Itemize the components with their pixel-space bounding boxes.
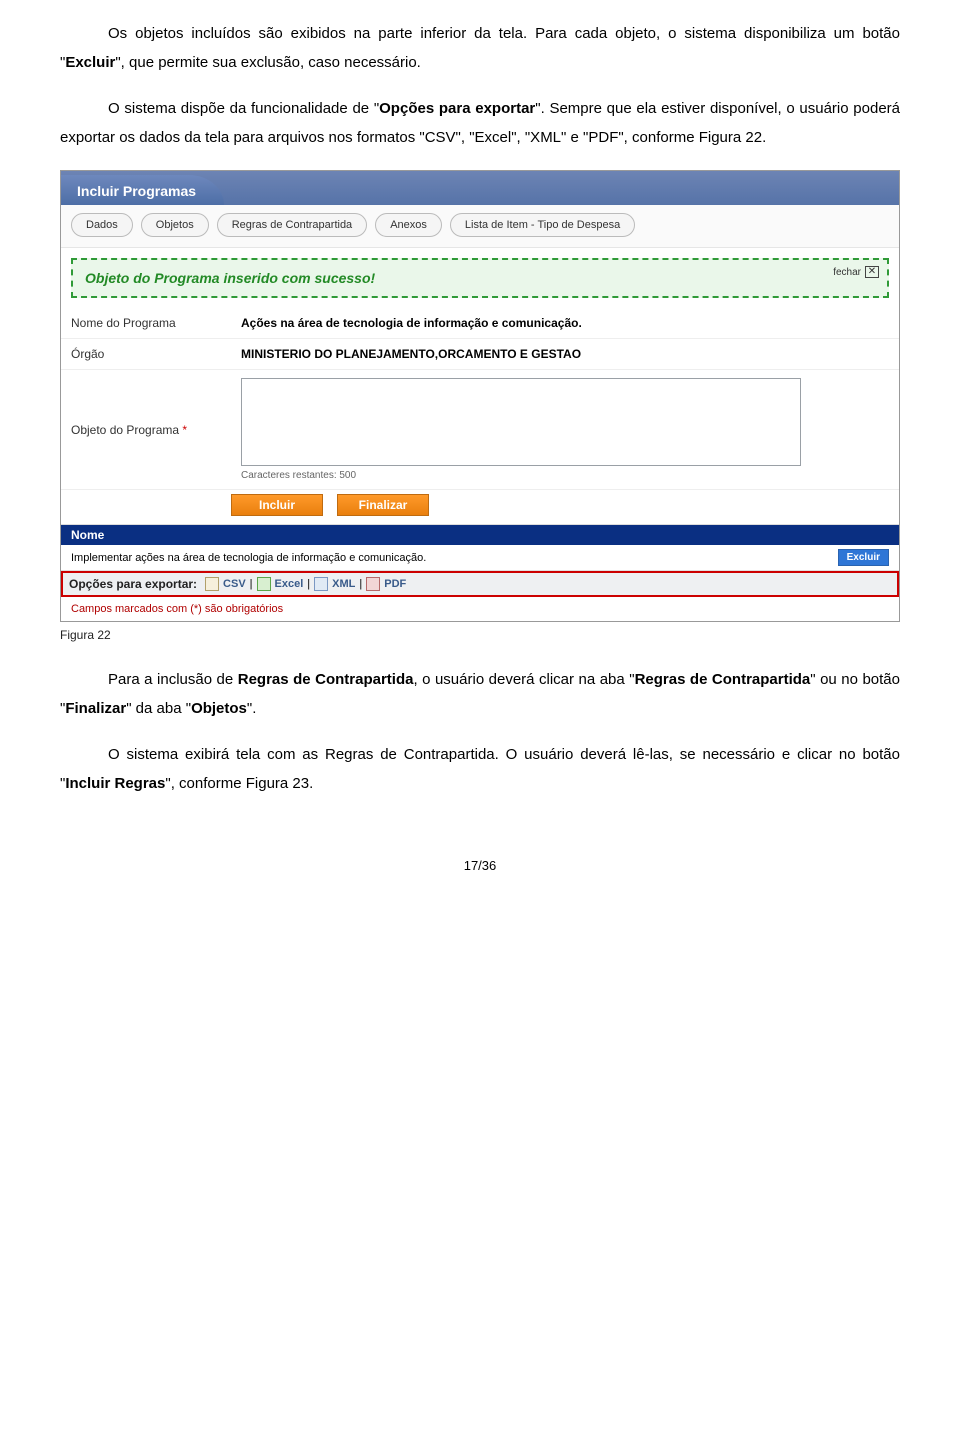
success-text: Objeto do Programa inserido com sucesso! xyxy=(85,270,375,286)
bold-text: Regras de Contrapartida xyxy=(635,671,811,688)
page-title: Incluir Programas xyxy=(61,175,224,205)
body-paragraph-2: O sistema dispõe da funcionalidade de "O… xyxy=(60,95,900,152)
body-paragraph-1: Os objetos incluídos são exibidos na par… xyxy=(60,20,900,77)
success-message: Objeto do Programa inserido com sucesso!… xyxy=(71,258,889,298)
text: O sistema dispõe da funcionalidade de " xyxy=(108,100,379,117)
tab-regras-contrapartida[interactable]: Regras de Contrapartida xyxy=(217,213,367,237)
app-screenshot: Incluir Programas Dados Objetos Regras d… xyxy=(60,170,900,622)
objeto-programa-textarea[interactable] xyxy=(241,378,801,466)
bold-text: Excluir xyxy=(65,54,115,71)
tab-dados[interactable]: Dados xyxy=(71,213,133,237)
bold-text: Regras de Contrapartida xyxy=(238,671,414,688)
csv-icon xyxy=(205,577,219,591)
required-star: * xyxy=(182,423,187,437)
chars-remaining: Caracteres restantes: 500 xyxy=(241,470,889,481)
text: Para a inclusão de xyxy=(108,671,238,688)
separator: | xyxy=(359,578,362,590)
value-nome-programa: Ações na área de tecnologia de informaçã… xyxy=(231,308,899,339)
label-nome-programa: Nome do Programa xyxy=(61,308,231,339)
finalizar-button[interactable]: Finalizar xyxy=(337,494,429,516)
export-options: Opções para exportar: CSV | Excel | XML … xyxy=(61,571,899,597)
tab-bar: Dados Objetos Regras de Contrapartida An… xyxy=(61,205,899,248)
export-xml-link[interactable]: XML xyxy=(332,578,355,590)
bold-text: Finalizar xyxy=(65,700,126,717)
text: ". xyxy=(247,700,257,717)
export-excel-link[interactable]: Excel xyxy=(275,578,304,590)
list-row-text: Implementar ações na área de tecnologia … xyxy=(71,552,426,564)
xml-icon xyxy=(314,577,328,591)
close-message[interactable]: fechar ✕ xyxy=(833,266,879,278)
export-pdf-link[interactable]: PDF xyxy=(384,578,406,590)
export-csv-link[interactable]: CSV xyxy=(223,578,246,590)
body-paragraph-3: Para a inclusão de Regras de Contraparti… xyxy=(60,666,900,723)
value-orgao: MINISTERIO DO PLANEJAMENTO,ORCAMENTO E G… xyxy=(231,339,899,370)
text: " da aba " xyxy=(126,700,191,717)
figure-caption: Figura 22 xyxy=(60,628,900,642)
label-text: Objeto do Programa xyxy=(71,423,179,437)
text: ", que permite sua exclusão, caso necess… xyxy=(115,54,421,71)
close-icon[interactable]: ✕ xyxy=(865,266,879,278)
export-label: Opções para exportar: xyxy=(69,577,197,591)
label-objeto-programa: Objeto do Programa * xyxy=(61,370,231,490)
tab-anexos[interactable]: Anexos xyxy=(375,213,442,237)
separator: | xyxy=(307,578,310,590)
pdf-icon xyxy=(366,577,380,591)
separator: | xyxy=(250,578,253,590)
body-paragraph-4: O sistema exibirá tela com as Regras de … xyxy=(60,741,900,798)
bold-text: Objetos xyxy=(191,700,247,717)
tab-objetos[interactable]: Objetos xyxy=(141,213,209,237)
label-orgao: Órgão xyxy=(61,339,231,370)
page-number: 17/36 xyxy=(60,858,900,873)
bold-text: Incluir Regras xyxy=(65,775,165,792)
incluir-button[interactable]: Incluir xyxy=(231,494,323,516)
list-header: Nome xyxy=(61,525,899,545)
bold-text: Opções para exportar xyxy=(379,100,535,117)
mandatory-note: Campos marcados com (*) são obrigatórios xyxy=(61,597,899,621)
text: ", conforme Figura 23. xyxy=(165,775,313,792)
close-label: fechar xyxy=(833,267,861,278)
list-row: Implementar ações na área de tecnologia … xyxy=(61,545,899,571)
action-row: Incluir Finalizar xyxy=(61,490,899,525)
tab-lista-item[interactable]: Lista de Item - Tipo de Despesa xyxy=(450,213,635,237)
text: , o usuário deverá clicar na aba " xyxy=(413,671,634,688)
form-table: Nome do Programa Ações na área de tecnol… xyxy=(61,308,899,490)
excluir-button[interactable]: Excluir xyxy=(838,549,889,566)
title-bar: Incluir Programas xyxy=(61,171,899,205)
excel-icon xyxy=(257,577,271,591)
